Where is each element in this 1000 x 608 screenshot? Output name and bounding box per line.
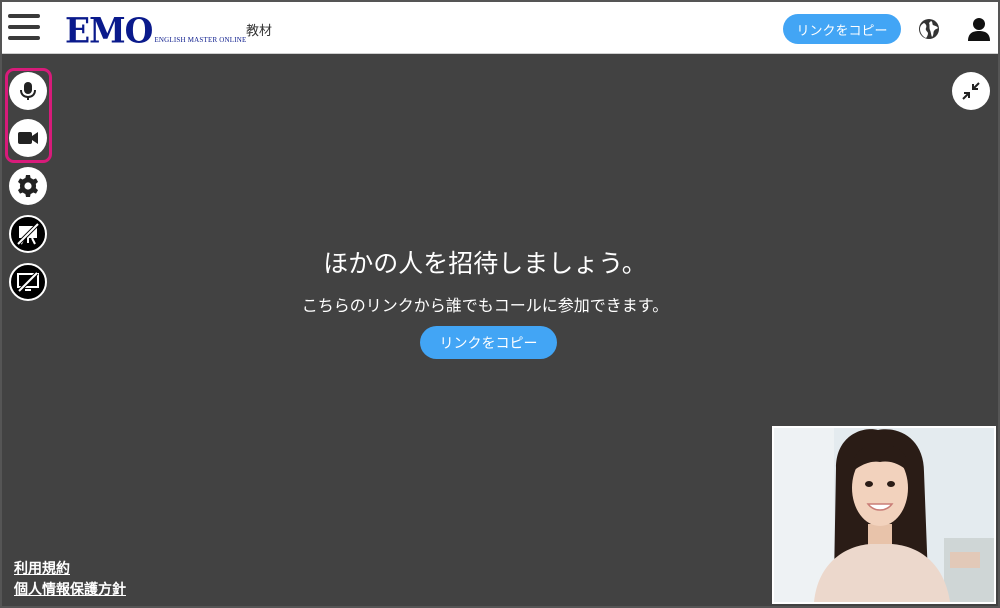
microphone-icon — [20, 82, 36, 100]
header-copy-link-button[interactable]: リンクをコピー — [783, 14, 901, 44]
user-account-icon[interactable] — [966, 16, 992, 42]
invite-description: こちらのリンクから誰でもコールに参加できます。 — [301, 296, 669, 315]
video-camera-icon — [18, 132, 38, 144]
emo-logo[interactable]: EMO ENGLISH MASTER ONLINE — [65, 10, 247, 51]
settings-button[interactable] — [9, 167, 47, 205]
invite-heading: ほかの人を招待しましょう。 — [323, 249, 647, 278]
whiteboard-off-icon — [16, 222, 40, 246]
nav-materials-link[interactable]: 教材 — [246, 20, 272, 39]
terms-of-use-link[interactable]: 利用規約 — [14, 558, 70, 578]
collapse-arrows-icon — [962, 82, 980, 100]
logo-sub-text: ENGLISH MASTER ONLINE — [154, 36, 247, 44]
privacy-policy-link[interactable]: 個人情報保護方針 — [14, 579, 126, 599]
camera-toggle-button[interactable] — [9, 119, 47, 157]
microphone-toggle-button[interactable] — [9, 72, 47, 110]
globe-language-icon[interactable] — [918, 18, 940, 40]
minimize-screen-button[interactable] — [952, 72, 990, 110]
logo-main-text: EMO — [65, 10, 153, 51]
app-window: EMO ENGLISH MASTER ONLINE 教材 リンクをコピー ほかの… — [0, 0, 1000, 608]
hamburger-menu-icon[interactable] — [8, 14, 40, 40]
participant-video-image — [774, 428, 994, 602]
invite-copy-link-button[interactable]: リンクをコピー — [420, 326, 557, 359]
self-video-preview — [772, 426, 996, 604]
top-header: EMO ENGLISH MASTER ONLINE 教材 リンクをコピー — [2, 2, 998, 54]
gear-icon — [18, 175, 38, 197]
